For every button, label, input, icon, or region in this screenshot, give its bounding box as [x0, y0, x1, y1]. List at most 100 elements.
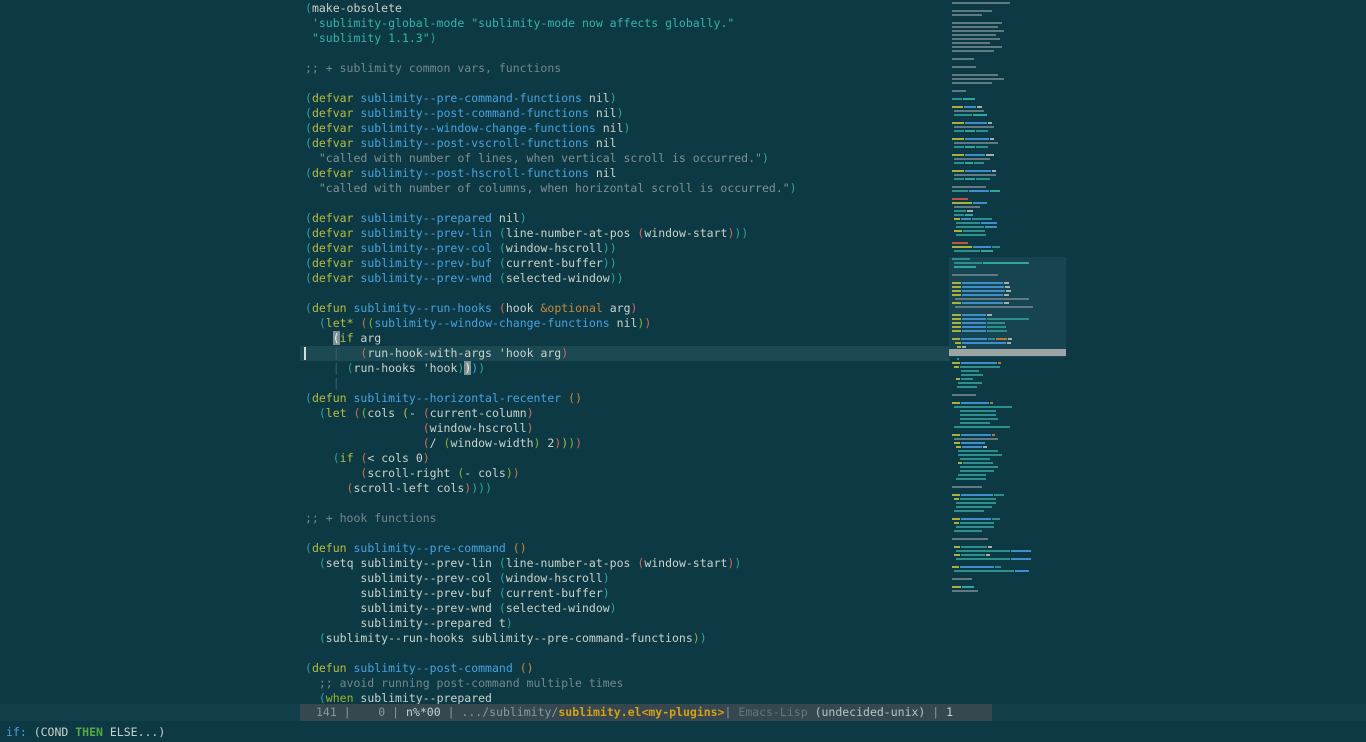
code-line[interactable]: (sublimity--run-hooks sublimity--pre-com…: [305, 631, 797, 646]
minimap[interactable]: [949, 2, 1066, 594]
code-line[interactable]: [305, 526, 797, 541]
minimap-line: [952, 214, 1034, 216]
code-line[interactable]: (defvar sublimity--prev-wnd (selected-wi…: [305, 271, 797, 286]
minimap-segment: [1011, 558, 1031, 560]
code-line[interactable]: ;; + sublimity common vars, functions: [305, 61, 797, 76]
code-line[interactable]: (defvar sublimity--post-command-function…: [305, 106, 797, 121]
code-line[interactable]: (defun sublimity--pre-command (): [305, 541, 797, 556]
code-token: nil: [588, 136, 617, 150]
minimap-line: [952, 450, 1034, 452]
code-line[interactable]: (let* ((sublimity--window-change-functio…: [305, 316, 797, 331]
code-token: (: [498, 301, 506, 315]
code-line[interactable]: (scroll-left cols)))): [305, 481, 797, 496]
code-line[interactable]: [305, 286, 797, 301]
minimap-segment: [952, 106, 963, 108]
eldoc-segment: (COND: [26, 725, 76, 739]
code-line[interactable]: 'sublimity-global-mode "sublimity-mode n…: [305, 16, 797, 31]
code-token: ): [526, 421, 534, 435]
eldoc-segment: THEN: [75, 725, 103, 739]
code-line[interactable]: [305, 76, 797, 91]
minimap-line: [952, 302, 1034, 304]
minimap-segment: [952, 154, 964, 156]
minimap-segment: [961, 554, 985, 556]
minimap-segment: [952, 2, 1010, 4]
minimap-line: [952, 50, 1034, 52]
code-line[interactable]: (scroll-right (- cols)): [305, 466, 797, 481]
code-line[interactable]: ;; + hook functions: [305, 511, 797, 526]
code-line[interactable]: (defvar sublimity--post-vscroll-function…: [305, 136, 797, 151]
minimap-segment: [962, 342, 1006, 344]
code-line[interactable]: | (run-hooks 'hook)))): [305, 361, 797, 376]
code-line[interactable]: (make-obsolete: [305, 1, 797, 16]
code-line[interactable]: [305, 496, 797, 511]
code-line[interactable]: |: [305, 376, 797, 391]
minimap-line: [952, 338, 1034, 340]
code-line[interactable]: sublimity--prepared t): [305, 616, 797, 631]
minimap-line: [952, 146, 1034, 148]
minimap-segment: [952, 590, 978, 592]
code-line[interactable]: (defvar sublimity--prev-lin (line-number…: [305, 226, 797, 241]
minimap-line: [952, 554, 1034, 556]
code-token: "sublimity 1.1.3": [311, 31, 430, 45]
code-line[interactable]: (defvar sublimity--window-change-functio…: [305, 121, 797, 136]
minimap-segment: [954, 174, 996, 176]
minimap-segment: [956, 502, 996, 504]
code-line[interactable]: (if (< cols 0): [305, 451, 797, 466]
code-token: window-hscroll: [429, 421, 527, 435]
minimap-line: [952, 66, 1034, 68]
minimap-segment: [952, 90, 966, 92]
code-token: (: [318, 556, 326, 570]
code-line[interactable]: (defvar sublimity--prev-buf (current-buf…: [305, 256, 797, 271]
minimap-segment: [952, 98, 962, 100]
minimap-line: [952, 490, 1034, 492]
code-token: (: [332, 451, 340, 465]
minimap-line: [952, 42, 1034, 44]
code-line[interactable]: [305, 646, 797, 661]
code-line[interactable]: (defun sublimity--run-hooks (hook &optio…: [305, 301, 797, 316]
code-line[interactable]: [305, 196, 797, 211]
minimap-segment: [986, 554, 990, 556]
minimap-line: [952, 562, 1034, 564]
minimap-line: [952, 438, 1034, 440]
minimap-line: [952, 430, 1034, 432]
code-line[interactable]: sublimity--prev-buf (current-buffer): [305, 586, 797, 601]
code-line[interactable]: (defun sublimity--horizontal-recenter (): [305, 391, 797, 406]
code-line[interactable]: sublimity--prev-wnd (selected-window): [305, 601, 797, 616]
code-line[interactable]: "called with number of lines, when verti…: [305, 151, 797, 166]
minimap-segment: [954, 426, 1010, 428]
code-line[interactable]: (if arg: [305, 331, 797, 346]
code-line[interactable]: (defvar sublimity--post-hscroll-function…: [305, 166, 797, 181]
code-line[interactable]: "sublimity 1.1.3"): [305, 31, 797, 46]
code-token: hook: [505, 301, 541, 315]
code-line[interactable]: (defvar sublimity--prepared nil): [305, 211, 797, 226]
code-line[interactable]: ;; avoid running post-command multiple t…: [305, 676, 797, 691]
code-line[interactable]: (setq sublimity--prev-lin (line-number-a…: [305, 556, 797, 571]
minimap-segment: [957, 346, 961, 348]
code-line[interactable]: (defvar sublimity--pre-command-functions…: [305, 91, 797, 106]
minimap-segment: [952, 330, 961, 332]
code-line[interactable]: (defun sublimity--post-command (): [305, 661, 797, 676]
code-line[interactable]: "called with number of columns, when hor…: [305, 181, 797, 196]
code-line[interactable]: | (run-hook-with-args 'hook arg): [305, 346, 797, 361]
minimap-line: [952, 210, 1034, 212]
code-line[interactable]: [305, 46, 797, 61]
minimap-line: [952, 30, 1034, 32]
code-line[interactable]: (/ (window-width) 2)))): [305, 436, 797, 451]
mode-line[interactable]: 141 | 0 | n%*00 | .../sublimity/sublimit…: [300, 704, 992, 721]
minimap-line: [952, 498, 1034, 500]
code-area[interactable]: (make-obsolete 'sublimity-global-mode "s…: [305, 1, 797, 706]
minimap-segment: [960, 410, 996, 412]
minimap-line: [952, 322, 1034, 324]
code-line[interactable]: (defvar sublimity--prev-col (window-hscr…: [305, 241, 797, 256]
code-line[interactable]: sublimity--prev-col (window-hscroll): [305, 571, 797, 586]
minimap-current-line-bar[interactable]: [949, 349, 1066, 356]
minimap-line: [952, 270, 1034, 272]
minimap-line: [952, 530, 1034, 532]
minimap-segment: [960, 466, 998, 468]
code-line[interactable]: (let ((cols (- (current-column): [305, 406, 797, 421]
code-line[interactable]: (window-hscroll): [305, 421, 797, 436]
minimap-segment: [954, 142, 998, 144]
